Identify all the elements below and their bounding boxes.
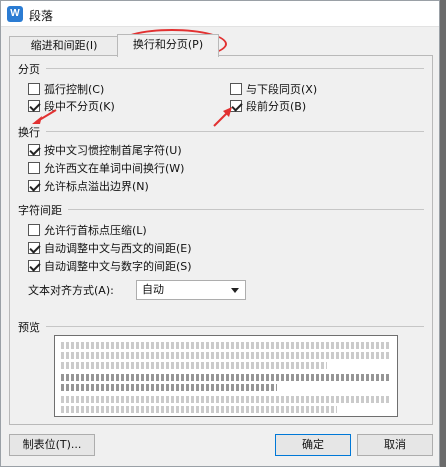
section-title-char-spacing: 字符间距 [18, 204, 62, 217]
divider [68, 209, 424, 210]
option-compress-leading-punctuation[interactable]: 允许行首标点压缩(L) [28, 222, 147, 238]
option-label: 段前分页(B) [246, 100, 307, 113]
wps-writer-icon: W [7, 6, 23, 22]
tab-indent-spacing[interactable]: 缩进和间距(I) [9, 36, 119, 56]
annotation-arrow-left [32, 109, 57, 124]
chevron-down-icon [231, 288, 239, 293]
checkbox[interactable] [28, 260, 40, 272]
preview-line [61, 396, 391, 403]
preview-line [61, 374, 391, 381]
option-widow-control[interactable]: 孤行控制(C) [28, 81, 104, 97]
section-title-line-break: 换行 [18, 126, 40, 139]
preview-line [61, 342, 391, 349]
preview-box [54, 335, 398, 417]
annotation-arrow-right [213, 107, 232, 127]
section-title-pagination: 分页 [18, 63, 40, 76]
checkbox[interactable] [28, 162, 40, 174]
divider [46, 131, 424, 132]
preview-line [61, 406, 337, 413]
option-label: 自动调整中文与数字的间距(S) [44, 260, 192, 273]
option-chinese-line-break-rules[interactable]: 按中文习惯控制首尾字符(U) [28, 142, 182, 158]
option-page-break-before[interactable]: 段前分页(B) [230, 98, 306, 114]
divider [46, 68, 424, 69]
paragraph-dialog: W 段落 缩进和间距(I) 换行和分页(P) 分页 孤行控制(C) 与下段同页(… [0, 0, 440, 467]
option-hanging-punctuation[interactable]: 允许标点溢出边界(N) [28, 178, 149, 194]
preview-line [61, 352, 391, 359]
option-label: 允许行首标点压缩(L) [44, 224, 147, 237]
checkbox[interactable] [28, 224, 40, 236]
cancel-button[interactable]: 取消 [357, 434, 433, 456]
checkbox[interactable] [28, 83, 40, 95]
section-title-preview: 预览 [18, 321, 40, 334]
option-label: 孤行控制(C) [44, 83, 105, 96]
option-label: 允许西文在单词中间换行(W) [44, 162, 185, 175]
checkbox[interactable] [28, 180, 40, 192]
divider [46, 326, 424, 327]
dialog-title: 段落 [29, 9, 54, 23]
option-label: 自动调整中文与西文的间距(E) [44, 242, 192, 255]
checkbox[interactable] [28, 144, 40, 156]
text-alignment-label: 文本对齐方式(A): [28, 284, 114, 297]
option-auto-space-chinese-latin[interactable]: 自动调整中文与西文的间距(E) [28, 240, 192, 256]
option-label: 按中文习惯控制首尾字符(U) [44, 144, 182, 157]
select-value: 自动 [142, 283, 164, 296]
preview-line [61, 384, 277, 391]
title-bar: W 段落 [1, 1, 439, 27]
tab-panel: 分页 孤行控制(C) 与下段同页(X) 段中不分页(K) 段前分页(B) 换行 … [9, 55, 433, 425]
checkbox[interactable] [230, 83, 242, 95]
tab-line-page-breaks[interactable]: 换行和分页(P) [117, 34, 219, 57]
option-label: 与下段同页(X) [246, 83, 318, 96]
preview-line [61, 362, 327, 369]
option-keep-with-next[interactable]: 与下段同页(X) [230, 81, 317, 97]
ok-button[interactable]: 确定 [275, 434, 351, 456]
checkbox[interactable] [28, 242, 40, 254]
tab-stops-button[interactable]: 制表位(T)... [9, 434, 95, 456]
option-auto-space-chinese-numbers[interactable]: 自动调整中文与数字的间距(S) [28, 258, 192, 274]
option-latin-word-wrap[interactable]: 允许西文在单词中间换行(W) [28, 160, 184, 176]
option-label: 允许标点溢出边界(N) [44, 180, 149, 193]
text-alignment-select[interactable]: 自动 [136, 280, 246, 300]
